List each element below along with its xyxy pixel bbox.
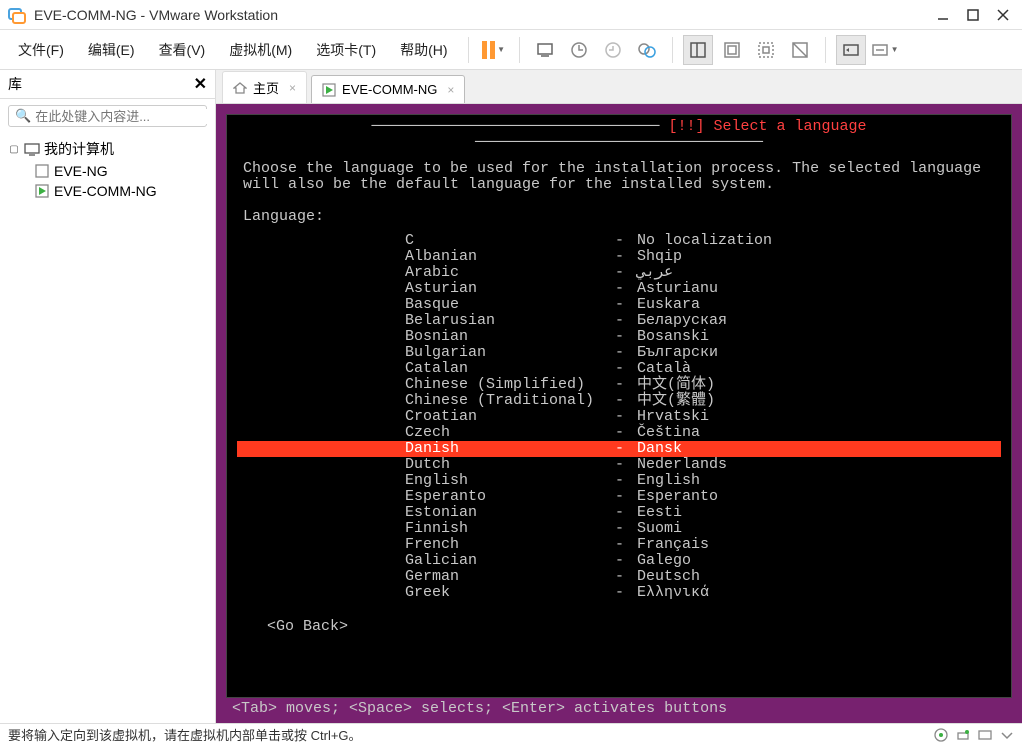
sidebar-title: 库 (8, 74, 194, 94)
tab-vm[interactable]: EVE-COMM-NG × (311, 75, 465, 103)
disk-icon[interactable] (934, 728, 948, 742)
pause-icon (482, 41, 495, 59)
tab-strip: 主页 × EVE-COMM-NG × (216, 70, 1022, 104)
send-ctrl-alt-del-button[interactable] (530, 35, 560, 65)
separator (519, 37, 520, 63)
home-icon (233, 81, 247, 95)
tree-item-label: EVE-COMM-NG (54, 183, 157, 199)
view-unity-button[interactable] (717, 35, 747, 65)
window-title: EVE-COMM-NG - VMware Workstation (34, 7, 936, 23)
installer-description: Choose the language to be used for the i… (237, 151, 1001, 193)
language-option[interactable]: French- Français (237, 537, 1001, 553)
installer-prompt: Language: (237, 193, 1001, 225)
go-back-button[interactable]: <Go Back> (237, 619, 1001, 635)
installer-title-bar: ──────────────────────────────── [!!] Se… (237, 119, 1001, 151)
chevron-down-icon: ▼ (497, 45, 505, 54)
library-sidebar: 库 ✕ 🔍 ▼ ▢ 我的计算机 EVE-NG (0, 70, 216, 723)
vm-running-icon (34, 183, 50, 199)
language-option[interactable]: Danish- Dansk (237, 441, 1001, 457)
status-text: 要将输入定向到该虚拟机，请在虚拟机内部单击或按 Ctrl+G。 (8, 725, 362, 744)
language-option[interactable]: Catalan- Català (237, 361, 1001, 377)
language-option[interactable]: German- Deutsch (237, 569, 1001, 585)
language-option[interactable]: Finnish- Suomi (237, 521, 1001, 537)
window-titlebar: EVE-COMM-NG - VMware Workstation (0, 0, 1022, 30)
language-option[interactable]: Chinese (Simplified)- 中文(简体) (237, 377, 1001, 393)
computer-icon (24, 141, 40, 157)
view-seamless-button[interactable] (785, 35, 815, 65)
window-close-button[interactable] (996, 8, 1010, 22)
language-option[interactable]: Esperanto- Esperanto (237, 489, 1001, 505)
separator (468, 37, 469, 63)
separator (825, 37, 826, 63)
language-option[interactable]: Belarusian- Беларуская (237, 313, 1001, 329)
revert-snapshot-button[interactable] (598, 35, 628, 65)
window-minimize-button[interactable] (936, 8, 950, 22)
language-option[interactable]: Estonian- Eesti (237, 505, 1001, 521)
menu-view[interactable]: 查看(V) (149, 36, 216, 64)
content-area: 主页 × EVE-COMM-NG × ─────────────────────… (216, 70, 1022, 723)
language-option[interactable]: Greek- Ελληνικά (237, 585, 1001, 601)
menu-vm[interactable]: 虚拟机(M) (219, 36, 302, 64)
language-option[interactable]: Basque- Euskara (237, 297, 1001, 313)
vm-running-icon (322, 83, 336, 97)
view-fullscreen-button[interactable] (751, 35, 781, 65)
vm-console-wrap: ──────────────────────────────── [!!] Se… (216, 104, 1022, 723)
installer-hint: <Tab> moves; <Space> selects; <Enter> ac… (226, 698, 1012, 723)
language-option[interactable]: Asturian- Asturianu (237, 281, 1001, 297)
language-option[interactable]: Czech- Čeština (237, 425, 1001, 441)
language-option[interactable]: Arabic- عربي (237, 265, 1001, 281)
language-option[interactable]: Galician- Galego (237, 553, 1001, 569)
menu-file[interactable]: 文件(F) (8, 36, 74, 64)
sidebar-search[interactable]: 🔍 ▼ (8, 105, 207, 127)
tab-close-button[interactable]: × (289, 81, 296, 95)
pause-button[interactable]: ▼ (479, 35, 509, 65)
language-option[interactable]: Chinese (Traditional)- 中文(繁體) (237, 393, 1001, 409)
tree-item-eve-comm-ng[interactable]: EVE-COMM-NG (6, 181, 209, 201)
display-icon[interactable] (978, 728, 992, 742)
snapshot-button[interactable] (564, 35, 594, 65)
tree-root-label: 我的计算机 (44, 139, 114, 159)
chevron-down-icon: ▼ (891, 45, 899, 54)
menubar: 文件(F) 编辑(E) 查看(V) 虚拟机(M) 选项卡(T) 帮助(H) ▼ … (0, 30, 1022, 70)
language-option[interactable]: Dutch- Nederlands (237, 457, 1001, 473)
language-option[interactable]: C- No localization (237, 233, 1001, 249)
stretch-guest-button[interactable]: ▼ (870, 35, 900, 65)
vm-icon (34, 163, 50, 179)
search-icon: 🔍 (15, 108, 31, 124)
vm-console[interactable]: ──────────────────────────────── [!!] Se… (226, 114, 1012, 698)
library-tree: ▢ 我的计算机 EVE-NG EVE-COMM-NG (0, 133, 215, 205)
window-maximize-button[interactable] (966, 8, 980, 22)
installer-title: [!!] Select a language (669, 118, 867, 135)
statusbar: 要将输入定向到该虚拟机，请在虚拟机内部单击或按 Ctrl+G。 (0, 723, 1022, 745)
menu-edit[interactable]: 编辑(E) (78, 36, 145, 64)
tree-item-label: EVE-NG (54, 163, 108, 179)
separator (672, 37, 673, 63)
network-icon[interactable] (956, 728, 970, 742)
tree-item-eve-ng[interactable]: EVE-NG (6, 161, 209, 181)
view-console-button[interactable] (683, 35, 713, 65)
language-option[interactable]: Croatian- Hrvatski (237, 409, 1001, 425)
language-option[interactable]: Albanian- Shqip (237, 249, 1001, 265)
tab-vm-label: EVE-COMM-NG (342, 82, 437, 97)
tab-home[interactable]: 主页 × (222, 71, 307, 103)
language-option[interactable]: Bosnian- Bosanski (237, 329, 1001, 345)
snapshot-manager-button[interactable] (632, 35, 662, 65)
language-option[interactable]: Bulgarian- Български (237, 345, 1001, 361)
menu-tabs[interactable]: 选项卡(T) (306, 36, 386, 64)
tree-root-my-computer[interactable]: ▢ 我的计算机 (6, 137, 209, 161)
sidebar-close-button[interactable]: ✕ (194, 74, 207, 94)
collapse-icon: ▢ (8, 144, 20, 155)
app-icon (8, 6, 26, 24)
search-input[interactable] (35, 109, 211, 124)
more-icon[interactable] (1000, 728, 1014, 742)
quick-switch-button[interactable] (836, 35, 866, 65)
tab-home-label: 主页 (253, 78, 279, 97)
language-option[interactable]: English- English (237, 473, 1001, 489)
language-list[interactable]: C- No localizationAlbanian- ShqipArabic-… (237, 233, 1001, 601)
menu-help[interactable]: 帮助(H) (390, 36, 457, 64)
tab-close-button[interactable]: × (447, 83, 454, 97)
